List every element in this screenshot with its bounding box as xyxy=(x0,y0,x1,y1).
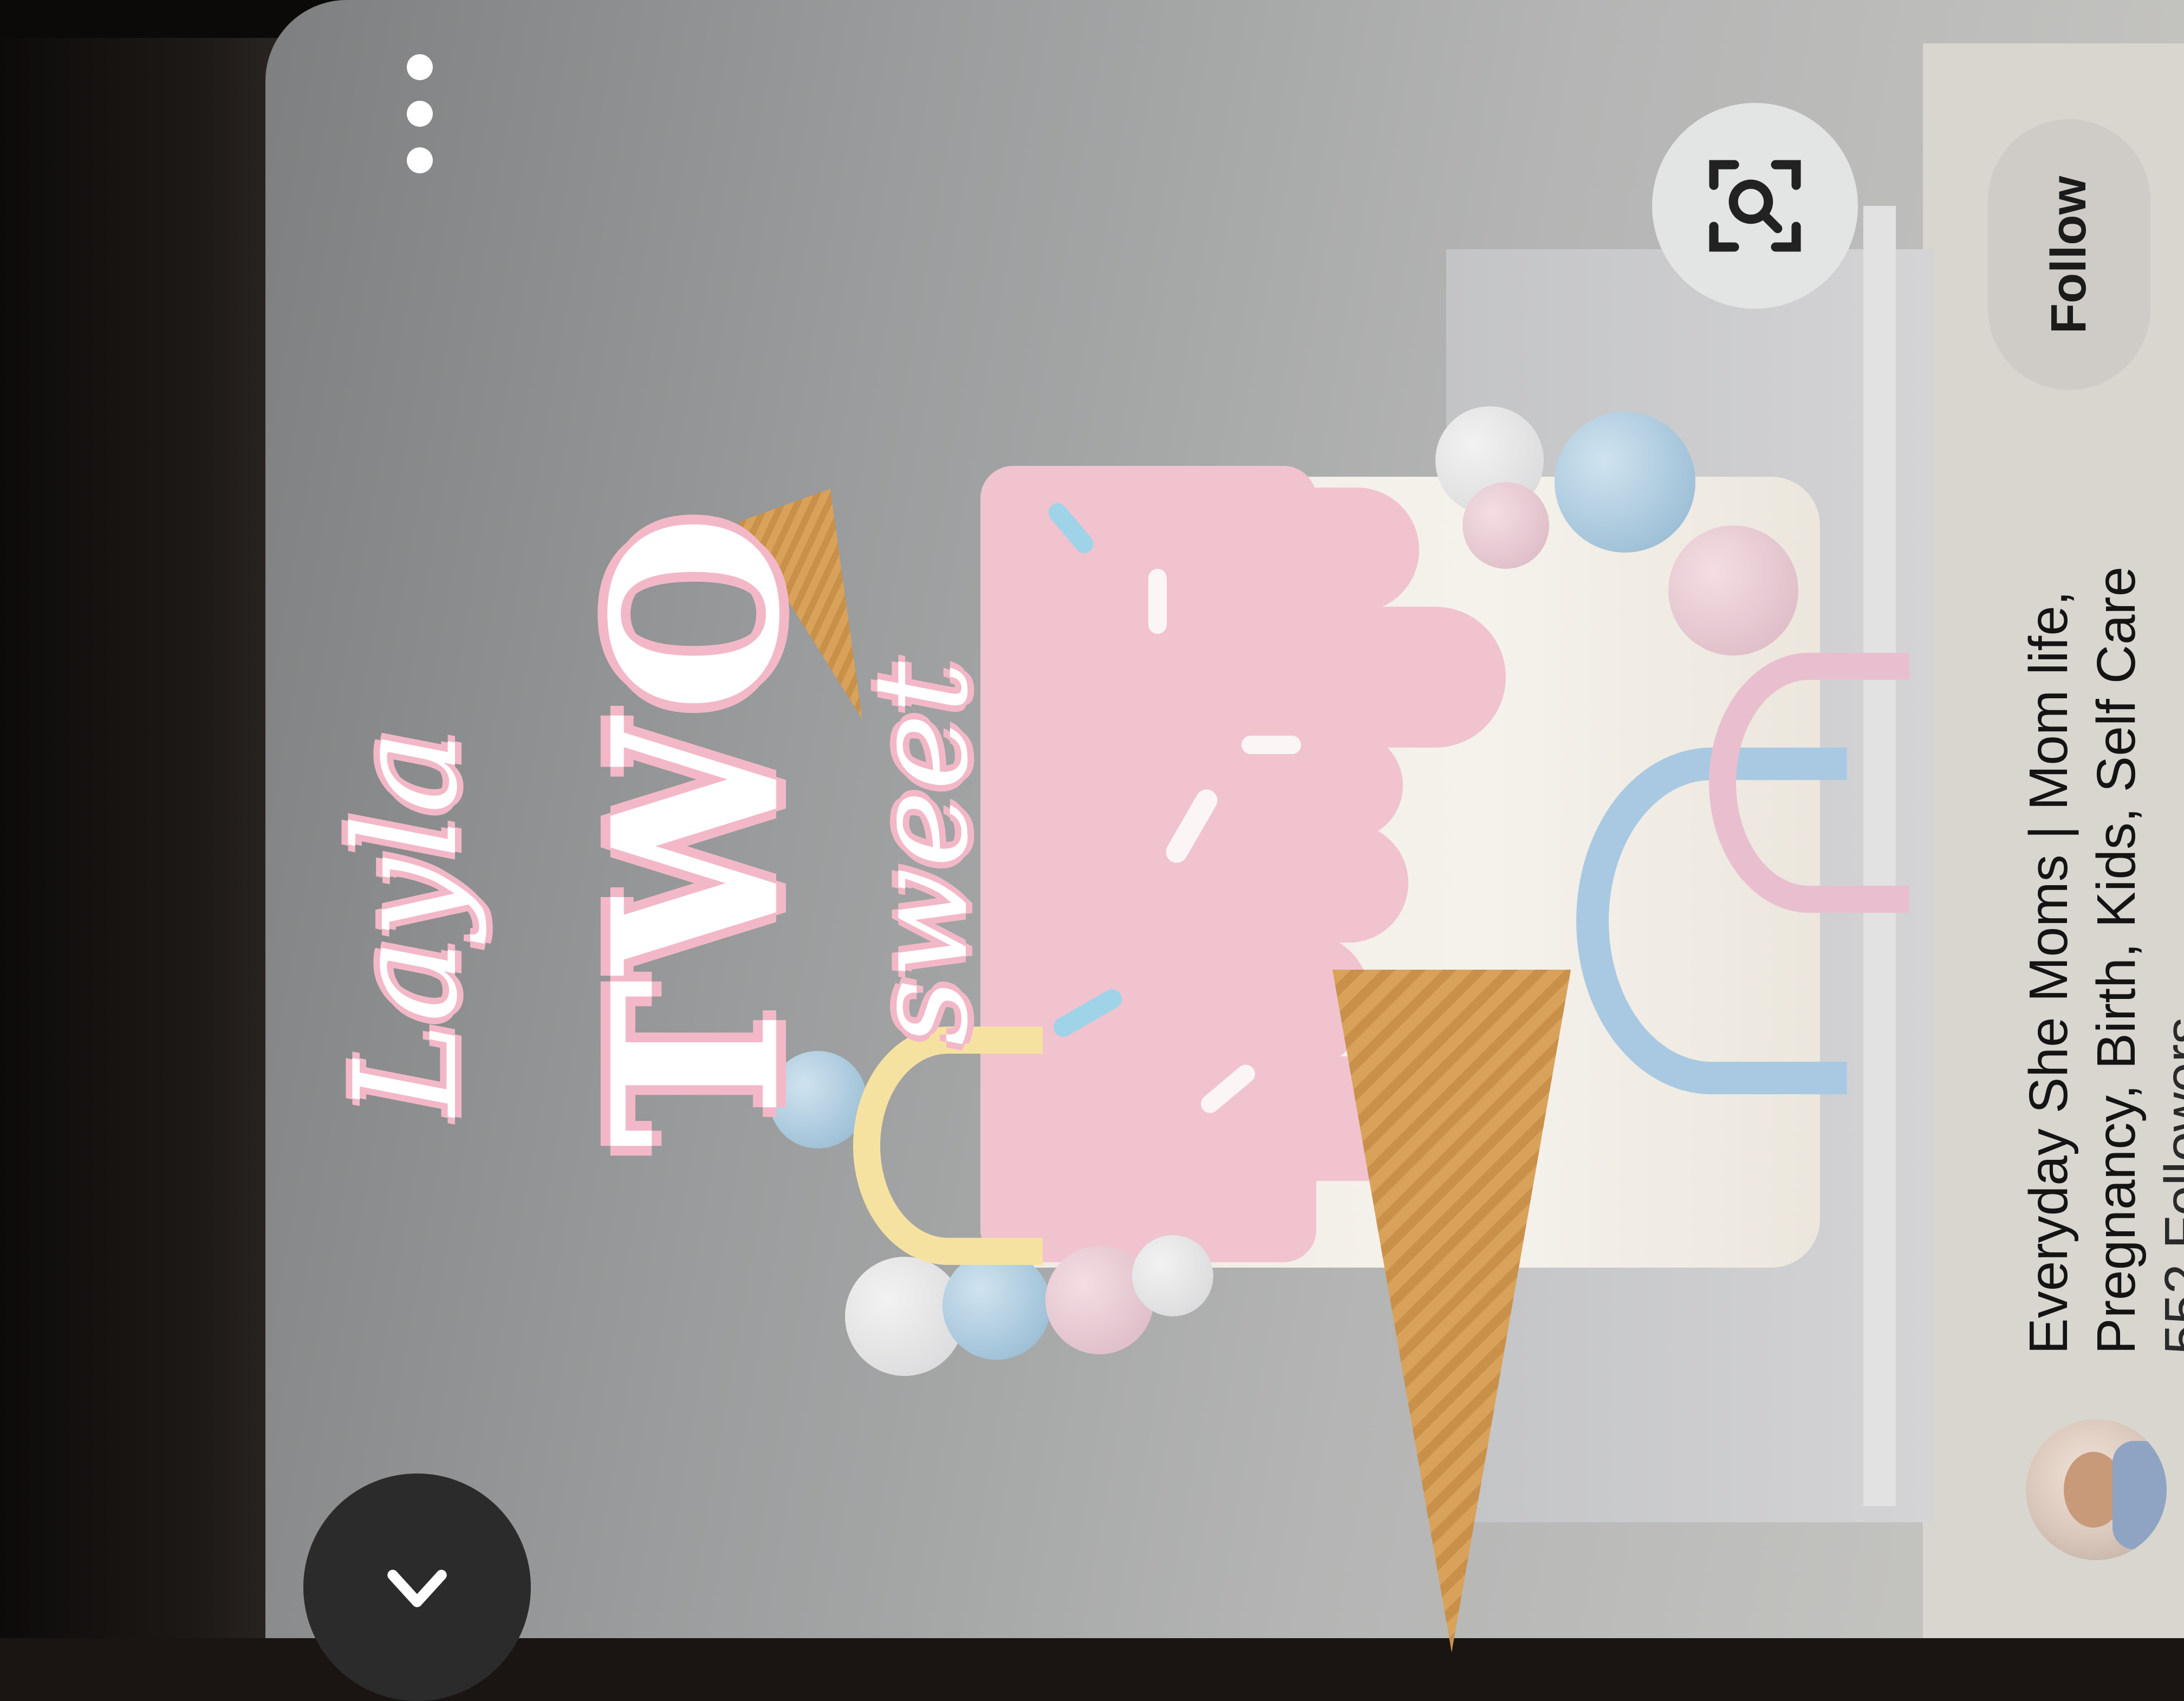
phone-bezel xyxy=(0,0,282,1638)
follow-button-label: Follow xyxy=(2041,176,2097,334)
fondant-rainbow xyxy=(853,1027,1043,1265)
creator-avatar[interactable] xyxy=(2026,1419,2167,1560)
creator-name-line1: Everyday She Moms | Mom life, xyxy=(2018,590,2079,1354)
more-options-icon[interactable] xyxy=(398,54,441,173)
cake-ball xyxy=(1462,482,1549,569)
visual-search-icon xyxy=(1709,160,1801,252)
menu-dot xyxy=(407,101,433,127)
creator-followers: 552 Followers xyxy=(2154,1017,2184,1354)
cake-ball xyxy=(942,1251,1051,1360)
topper-name: Layla xyxy=(325,730,489,1116)
frosting-drip xyxy=(1300,607,1506,748)
cake-ball xyxy=(1132,1235,1213,1316)
fondant-rainbow xyxy=(1709,653,1909,913)
avatar-body xyxy=(2112,1441,2167,1549)
follow-button[interactable]: Follow xyxy=(1988,119,2150,390)
cake-ball xyxy=(1555,412,1695,553)
menu-dot xyxy=(407,54,433,80)
cake-ball xyxy=(1668,525,1798,655)
chevron-down-icon xyxy=(387,1569,447,1607)
creator-info[interactable]: Everyday She Moms | Mom life, Pregnancy,… xyxy=(2015,433,2184,1354)
creator-name-line2: Pregnancy, Birth, Kids, Self Care xyxy=(2086,566,2147,1354)
topper-sweet: sweet xyxy=(845,661,997,1046)
sprinkle xyxy=(1148,569,1167,634)
menu-dot xyxy=(407,147,433,173)
close-button[interactable] xyxy=(303,1473,531,1701)
topper-number: TWO xyxy=(563,509,830,1148)
visual-search-button[interactable] xyxy=(1652,103,1858,309)
frosting-drip xyxy=(1300,488,1419,612)
sprinkle xyxy=(1242,736,1301,754)
